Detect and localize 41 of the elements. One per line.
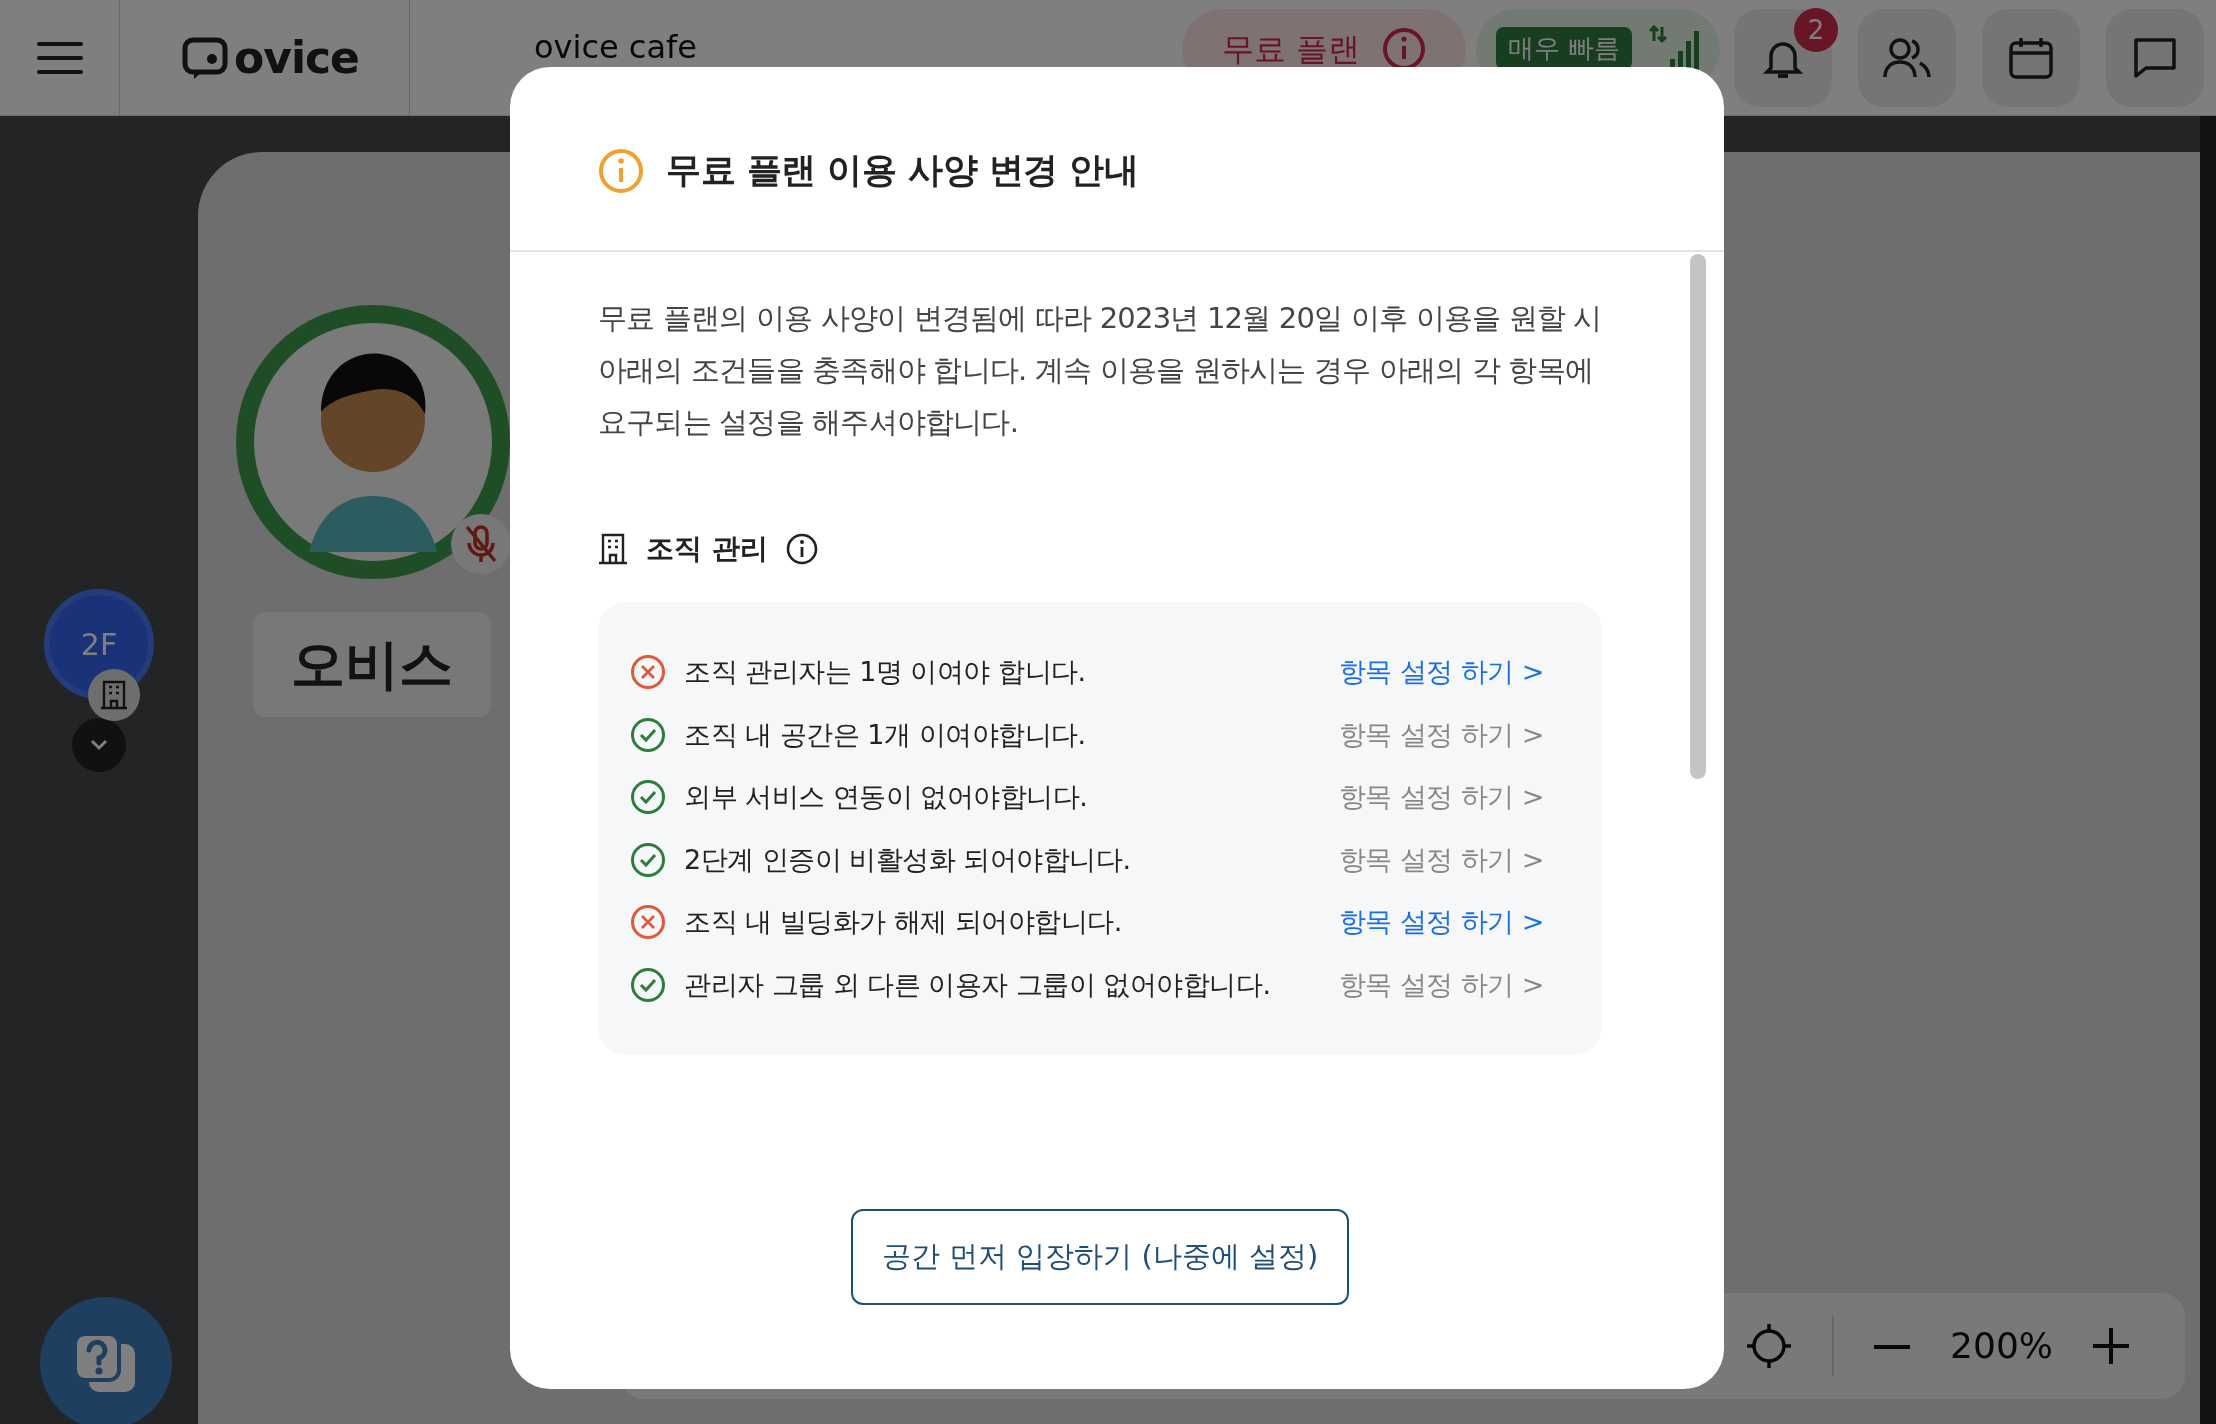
scroll-thumb[interactable] (1690, 254, 1706, 779)
chevron-down-icon (90, 739, 108, 751)
settings-link[interactable]: 항목 설정 하기 > (1338, 902, 1544, 943)
requirement-text: 조직 내 빌딩화가 해제 되어야합니다. (684, 905, 1123, 939)
menu-icon[interactable] (36, 40, 83, 75)
settings-link[interactable]: 항목 설정 하기 > (1338, 964, 1544, 1005)
dialog-title: 무료 플랜 이용 사양 변경 안내 (666, 149, 1139, 193)
building-icon (598, 533, 628, 565)
settings-link[interactable]: 항목 설정 하기 > (1338, 714, 1544, 755)
chat-button[interactable] (2106, 8, 2204, 107)
requirement-text: 외부 서비스 연동이 없어야합니다. (684, 780, 1089, 814)
info-icon (785, 533, 818, 565)
logo-text: ovice (234, 30, 359, 85)
scrollbar[interactable] (2200, 116, 2216, 1424)
zoom-level: 200% (1950, 1324, 2053, 1368)
settings-link[interactable]: 항목 설정 하기 > (1338, 777, 1544, 818)
calendar-button[interactable] (1982, 8, 2080, 107)
chat-icon (2132, 35, 2178, 80)
connection-badge: 매우 빠름 (1495, 27, 1632, 70)
requirement-text: 조직 관리자는 1명 이여야 합니다. (684, 655, 1087, 689)
info-icon (598, 147, 644, 194)
floor-button[interactable]: 2F (44, 589, 154, 699)
expand-button[interactable] (72, 718, 126, 772)
requirement-text: 조직 내 공간은 1개 이여야합니다. (684, 717, 1087, 752)
enter-later-button[interactable]: 공간 먼저 입장하기 (나중에 설정) (851, 1209, 1349, 1305)
settings-link[interactable]: 항목 설정 하기 > (1338, 652, 1544, 693)
section-title: 조직 관리 (646, 531, 768, 567)
requirement-text: 2단계 인증이 비활성화 되어야합니다. (684, 842, 1132, 877)
plus-icon (2093, 1328, 2129, 1364)
calendar-icon (2008, 35, 2054, 80)
requirement-text: 관리자 그룹 외 다른 이용자 그룹이 없어야합니다. (684, 967, 1272, 1002)
members-button[interactable] (1858, 8, 1956, 107)
space-name: ovice cafe (534, 29, 697, 66)
zoom-in-button[interactable] (2093, 1328, 2129, 1364)
minus-icon (1874, 1343, 1911, 1350)
locate-icon[interactable] (1746, 1323, 1793, 1369)
plan-label: 무료 플랜 (1221, 28, 1360, 70)
people-icon (1882, 36, 1932, 79)
settings-link[interactable]: 항목 설정 하기 > (1338, 839, 1544, 880)
user-name: 오비스 (253, 612, 491, 717)
notice-message: 무료 플랜의 이용 사양이 변경됨에 따라 2023년 12월 20일 이후 이용을 원할 시 아래의 조건들을 충족해야 합니다. 계속 이용을 원하시는 경우 아래의 각 항목에 요구되는 설정을 해주셔야합니다. (598, 300, 1602, 441)
